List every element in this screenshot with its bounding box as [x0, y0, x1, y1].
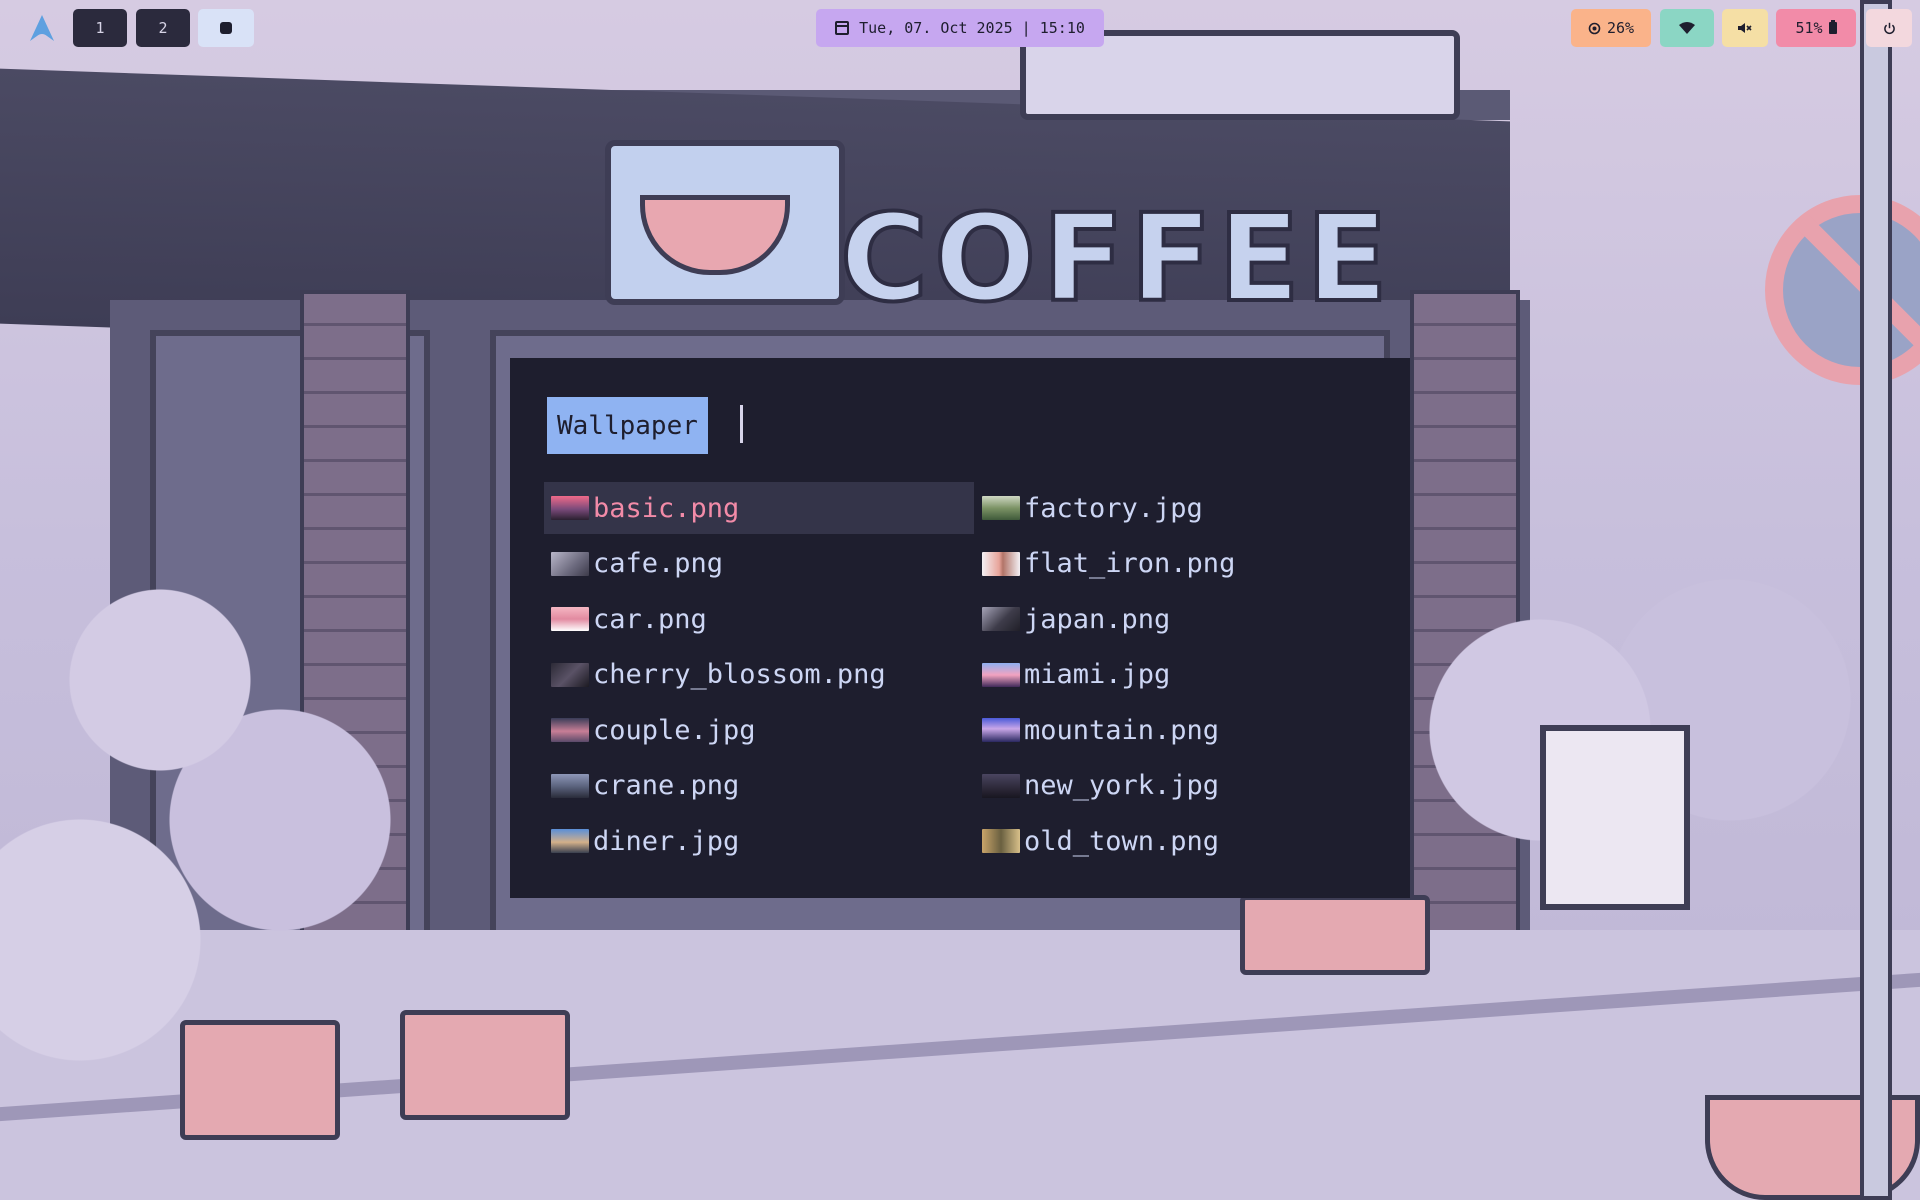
calendar-icon	[835, 21, 850, 35]
launcher-item-label: car.png	[593, 603, 707, 635]
volume-widget[interactable]	[1722, 9, 1768, 47]
speaker-muted-icon	[1738, 23, 1752, 33]
launcher-item[interactable]: factory.jpg	[975, 482, 1405, 534]
launcher-item-label: miami.jpg	[1024, 659, 1171, 690]
wallpaper-thumbnail	[982, 551, 1020, 576]
launcher-item-label: mountain.png	[1024, 714, 1220, 746]
launcher-item[interactable]: japan.png	[975, 593, 1405, 645]
launcher-results-list: basic.png cafe.png car.png cherry_blossom.p…	[544, 482, 1404, 882]
workspace-button-active[interactable]	[198, 9, 254, 47]
workspace-label: 1	[95, 19, 105, 37]
launcher-prompt: Wallpaper	[547, 397, 708, 454]
launcher-item[interactable]: diner.jpg	[544, 815, 974, 867]
cpu-usage-text: 26%	[1606, 19, 1635, 37]
wifi-widget[interactable]	[1660, 9, 1714, 47]
launcher-item-label: new_york.jpg	[1024, 770, 1220, 801]
power-icon	[1883, 22, 1895, 34]
launcher-item-label: cherry_blossom.png	[593, 659, 886, 690]
workspace-label: 2	[158, 19, 168, 37]
launcher-item[interactable]: new_york.jpg	[975, 760, 1405, 812]
workspace-button-1[interactable]: 1	[73, 9, 127, 47]
launcher-item-label: old_town.png	[1024, 825, 1220, 857]
wallpaper-planter	[400, 1010, 570, 1120]
launcher-item[interactable]: miami.jpg	[975, 649, 1405, 701]
wifi-icon	[1679, 22, 1695, 34]
wallpaper-no-entry-sign	[1765, 195, 1920, 385]
launcher-item[interactable]: cafe.png	[544, 538, 974, 590]
wallpaper-thumbnail	[551, 607, 589, 631]
wallpaper-thumbnail	[551, 662, 589, 687]
launcher-item-label: couple.jpg	[593, 714, 756, 746]
launcher-item[interactable]: cherry_blossom.png	[544, 649, 974, 701]
battery-icon	[1828, 20, 1837, 34]
active-workspace-dot-icon	[220, 22, 232, 34]
launcher-item[interactable]: car.png	[544, 593, 974, 645]
clock-widget[interactable]: Tue, 07. Oct 2025 | 15:10	[816, 9, 1104, 47]
search-input-cursor[interactable]	[740, 405, 743, 443]
launcher-item[interactable]: crane.png	[544, 760, 974, 812]
launcher-item[interactable]: old_town.png	[975, 815, 1405, 867]
wallpaper-pole	[1860, 0, 1892, 1200]
launcher-item-label: cafe.png	[593, 548, 724, 579]
wallpaper-thumbnail	[982, 607, 1020, 631]
launcher-item[interactable]: couple.jpg	[544, 704, 974, 756]
launcher-item[interactable]: flat_iron.png	[975, 538, 1405, 590]
wallpaper-thumbnail	[982, 773, 1020, 798]
wallpaper-launcher: Wallpaper basic.png cafe.png car.png cherry…	[510, 358, 1410, 898]
power-button[interactable]	[1866, 9, 1912, 47]
cpu-icon	[1588, 22, 1601, 34]
launcher-item-label: flat_iron.png	[1024, 548, 1236, 579]
clock-text: Tue, 07. Oct 2025 | 15:10	[859, 19, 1085, 37]
wallpaper-thumbnail	[551, 496, 589, 520]
arch-logo-icon[interactable]	[28, 14, 56, 42]
wallpaper-thumbnail	[982, 496, 1020, 520]
wallpaper-plants-left	[0, 520, 520, 1080]
launcher-item-label: basic.png	[593, 492, 740, 524]
wallpaper-stand-sign	[1540, 725, 1690, 910]
launcher-item[interactable]: mountain.png	[975, 704, 1405, 756]
wallpaper-coffee-lettering: COFFEE	[838, 188, 1394, 331]
launcher-item-label: diner.jpg	[593, 825, 740, 857]
launcher-item-label: factory.jpg	[1024, 492, 1203, 524]
launcher-item-label: crane.png	[593, 770, 740, 801]
launcher-item-label: japan.png	[1024, 603, 1171, 635]
workspace-button-2[interactable]: 2	[136, 9, 190, 47]
wallpaper-thumbnail	[982, 829, 1020, 853]
wallpaper-thumbnail	[982, 718, 1020, 742]
wallpaper-thumbnail	[982, 662, 1020, 687]
wallpaper-thumbnail	[551, 718, 589, 742]
cpu-widget[interactable]: 26%	[1571, 9, 1651, 47]
wallpaper-thumbnail	[551, 829, 589, 853]
battery-widget[interactable]: 51%	[1776, 9, 1856, 47]
wallpaper-thumbnail	[551, 773, 589, 798]
wallpaper-thumbnail	[551, 551, 589, 576]
battery-level-text: 51%	[1795, 19, 1823, 37]
launcher-item[interactable]: basic.png	[544, 482, 974, 534]
wallpaper-planter	[180, 1020, 340, 1140]
